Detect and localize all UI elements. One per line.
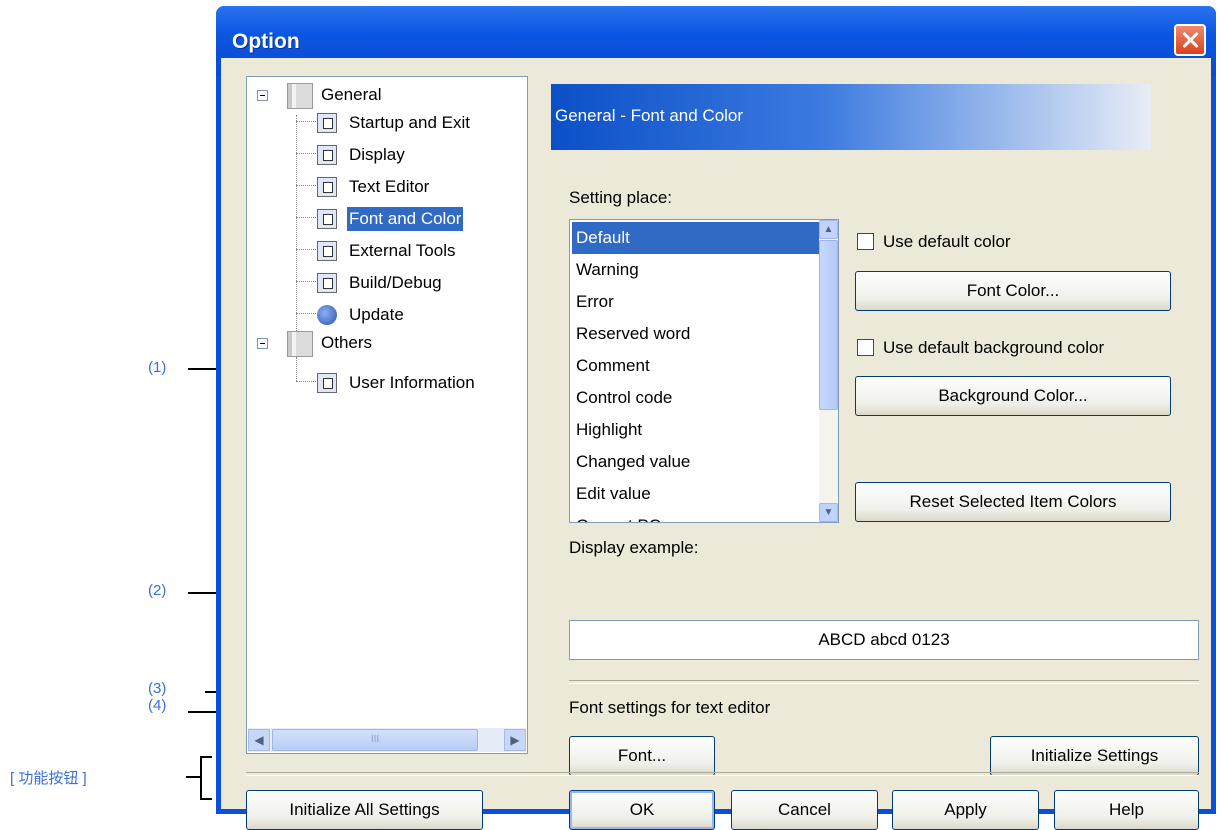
display-example-preview: ABCD abcd 0123	[569, 620, 1199, 660]
page-icon	[317, 177, 337, 197]
use-default-background-color-label[interactable]: Use default background color	[883, 338, 1104, 358]
font-settings-label: Font settings for text editor	[569, 698, 771, 717]
font-color-button[interactable]: Font Color...	[855, 271, 1171, 311]
list-item[interactable]: Reserved word	[572, 318, 820, 350]
list-item[interactable]: Warning	[572, 254, 820, 286]
ok-button[interactable]: OK	[569, 790, 715, 830]
collapse-icon[interactable]	[257, 338, 268, 349]
book-icon	[287, 83, 313, 109]
window-title: Option	[232, 30, 300, 53]
page-icon	[317, 145, 337, 165]
use-default-color-checkbox[interactable]	[857, 233, 874, 250]
background-color-button[interactable]: Background Color...	[855, 376, 1171, 416]
tree-connector	[296, 381, 316, 382]
list-item[interactable]: Changed value	[572, 446, 820, 478]
annotation-1: (1)	[148, 359, 167, 376]
listbox-vertical-scrollbar[interactable]: ▲ ▼	[819, 220, 838, 522]
reset-selected-item-colors-button[interactable]: Reset Selected Item Colors	[855, 482, 1171, 522]
tree-connector	[296, 249, 316, 250]
scroll-down-icon[interactable]: ▼	[819, 503, 838, 522]
book-icon	[287, 331, 313, 357]
scroll-right-icon[interactable]: ▶	[504, 729, 526, 751]
initialize-settings-button[interactable]: Initialize Settings	[990, 736, 1199, 776]
annotation-4: (4)	[148, 697, 167, 714]
tree-connector	[296, 313, 316, 314]
scrollbar-thumb[interactable]: III	[272, 729, 478, 751]
separator	[246, 772, 1199, 776]
page-header: General - Font and Color	[551, 84, 1151, 150]
cancel-button[interactable]: Cancel	[731, 790, 878, 830]
list-item[interactable]: Current PC	[572, 510, 820, 522]
bracket-tick	[186, 776, 200, 778]
list-item[interactable]: Default	[572, 222, 820, 254]
annotation-function-buttons: [ 功能按钮 ]	[10, 770, 87, 787]
tree-connector	[296, 185, 316, 186]
separator	[569, 680, 1199, 684]
page-icon	[317, 273, 337, 293]
collapse-icon[interactable]	[257, 90, 268, 101]
bracket	[200, 756, 212, 800]
list-item[interactable]: Comment	[572, 350, 820, 382]
page-icon	[317, 241, 337, 261]
tree-connector	[296, 281, 316, 282]
dialog-client: General Startup and Exit Display Text Ed…	[221, 58, 1211, 830]
list-item[interactable]: Edit value	[572, 478, 820, 510]
update-icon	[317, 305, 337, 325]
setting-place-label: Setting place:	[569, 188, 673, 207]
tree-connector	[296, 153, 316, 154]
page-icon	[317, 209, 337, 229]
use-default-color-label[interactable]: Use default color	[883, 232, 1011, 252]
tree-connector	[296, 217, 316, 218]
help-button[interactable]: Help	[1054, 790, 1199, 830]
option-dialog: Option General Startup and Exit Display …	[216, 6, 1216, 830]
scrollbar-thumb[interactable]	[819, 240, 838, 410]
tree-horizontal-scrollbar[interactable]: ◀ III ▶	[248, 728, 526, 752]
apply-button[interactable]: Apply	[892, 790, 1039, 830]
page-header-title: General - Font and Color	[555, 106, 744, 125]
font-button[interactable]: Font...	[569, 736, 715, 776]
annotation-2: (2)	[148, 582, 167, 599]
tree-connector	[296, 357, 297, 381]
page-icon	[317, 373, 337, 393]
list-item[interactable]: Error	[572, 286, 820, 318]
tree-connector	[296, 121, 316, 122]
scroll-left-icon[interactable]: ◀	[248, 729, 270, 751]
setting-place-listbox[interactable]: Default Warning Error Reserved word Comm…	[569, 219, 839, 523]
initialize-all-settings-button[interactable]: Initialize All Settings	[246, 790, 483, 830]
scroll-up-icon[interactable]: ▲	[819, 220, 838, 239]
display-example-label: Display example:	[569, 538, 699, 557]
close-icon[interactable]	[1174, 24, 1206, 56]
annotation-3: (3)	[148, 680, 167, 697]
list-item[interactable]: Highlight	[572, 414, 820, 446]
use-default-background-color-checkbox[interactable]	[857, 339, 874, 356]
category-tree: General Startup and Exit Display Text Ed…	[246, 76, 528, 754]
list-item[interactable]: Control code	[572, 382, 820, 414]
page-icon	[317, 113, 337, 133]
